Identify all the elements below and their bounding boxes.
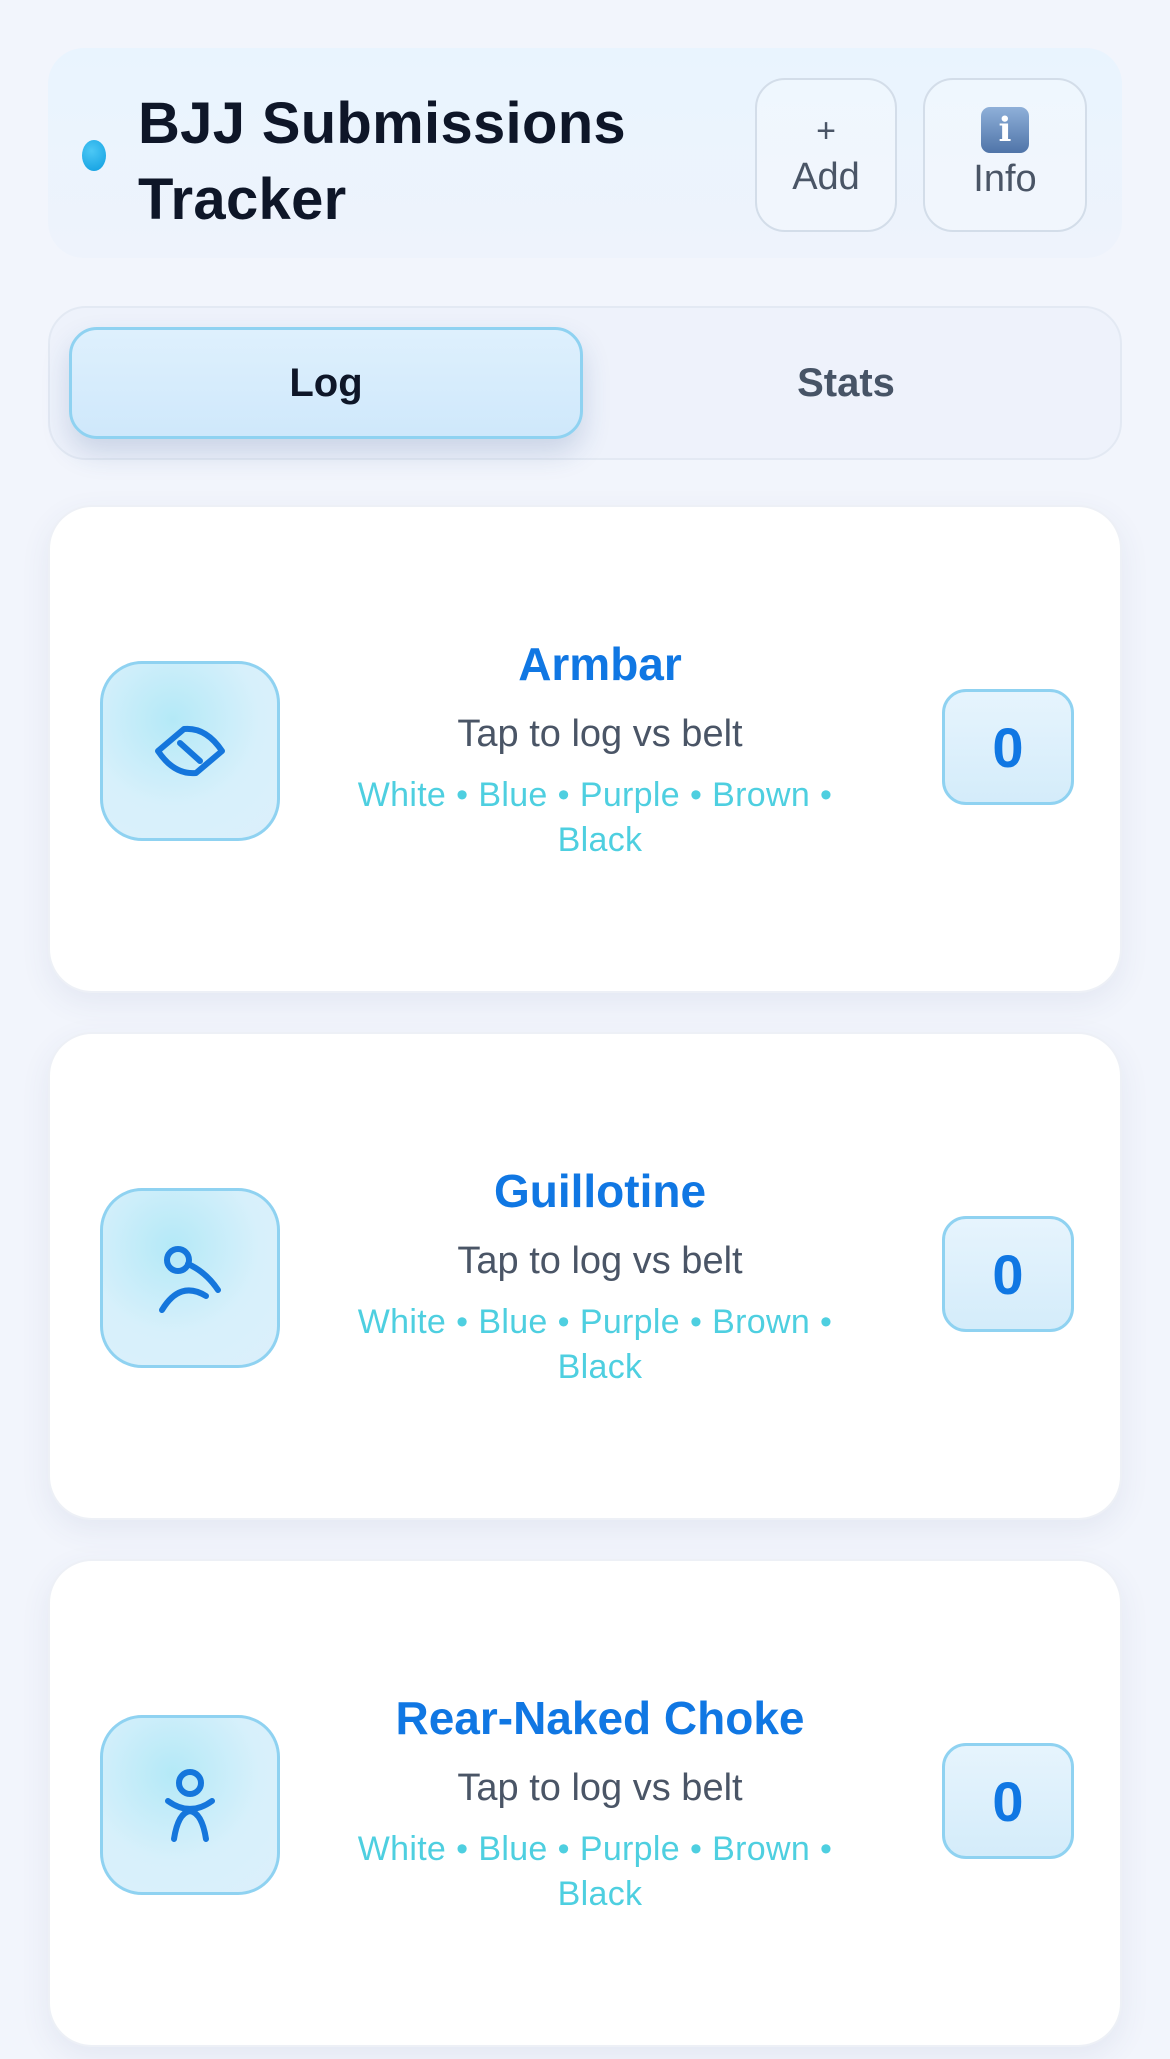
belt-black[interactable]: Black bbox=[558, 821, 643, 859]
submission-title: Armbar bbox=[518, 638, 682, 690]
belt-list: White • Blue • Purple • Brown • Black bbox=[357, 776, 833, 859]
count-badge: 0 bbox=[942, 1216, 1074, 1332]
tab-stats[interactable]: Stats bbox=[589, 327, 1103, 439]
card-body: Armbar Tap to log vs belt White • Blue • Pur… bbox=[340, 635, 860, 863]
info-button[interactable]: i Info bbox=[923, 78, 1087, 232]
belt-brown[interactable]: Brown bbox=[712, 1830, 810, 1868]
info-icon: i bbox=[981, 107, 1029, 153]
armbar-icon bbox=[100, 661, 280, 841]
belt-purple[interactable]: Purple bbox=[580, 776, 680, 814]
count-badge: 0 bbox=[942, 1743, 1074, 1859]
add-button[interactable]: + Add bbox=[755, 78, 897, 232]
belt-black[interactable]: Black bbox=[558, 1875, 643, 1913]
rear-naked-choke-icon bbox=[100, 1715, 280, 1895]
belt-brown[interactable]: Brown bbox=[712, 1303, 810, 1341]
belt-purple[interactable]: Purple bbox=[580, 1830, 680, 1868]
plus-icon: + bbox=[816, 112, 836, 150]
tab-bar: Log Stats bbox=[48, 306, 1122, 460]
card-body: Guillotine Tap to log vs belt White • Blue… bbox=[340, 1162, 860, 1390]
app-header: BJJ Submissions Tracker + Add i Info bbox=[48, 48, 1122, 258]
submission-subtitle: Tap to log vs belt bbox=[457, 1240, 743, 1282]
belt-list: White • Blue • Purple • Brown • Black bbox=[357, 1303, 833, 1386]
submission-card-armbar[interactable]: Armbar Tap to log vs belt White • Blue • Pur… bbox=[48, 505, 1122, 993]
belt-list: White • Blue • Purple • Brown • Black bbox=[357, 1830, 833, 1913]
belt-brown[interactable]: Brown bbox=[712, 776, 810, 814]
submission-subtitle: Tap to log vs belt bbox=[457, 1767, 743, 1809]
status-dot bbox=[82, 140, 106, 171]
submission-card-rear-naked-choke[interactable]: Rear-Naked Choke Tap to log vs belt Whit… bbox=[48, 1559, 1122, 2047]
tab-log[interactable]: Log bbox=[69, 327, 583, 439]
belt-white[interactable]: White bbox=[358, 776, 446, 814]
belt-blue[interactable]: Blue bbox=[478, 776, 547, 814]
belt-purple[interactable]: Purple bbox=[580, 1303, 680, 1341]
card-body: Rear-Naked Choke Tap to log vs belt Whit… bbox=[340, 1689, 860, 1917]
submission-title: Guillotine bbox=[493, 1165, 707, 1217]
submission-subtitle: Tap to log vs belt bbox=[457, 713, 743, 755]
submission-title: Rear-Naked Choke bbox=[395, 1692, 805, 1744]
info-button-label: Info bbox=[973, 158, 1037, 200]
belt-blue[interactable]: Blue bbox=[478, 1303, 547, 1341]
count-badge: 0 bbox=[942, 689, 1074, 805]
app-screen: BJJ Submissions Tracker + Add i Info Log… bbox=[0, 0, 1170, 2059]
belt-black[interactable]: Black bbox=[558, 1348, 643, 1386]
submission-card-guillotine[interactable]: Guillotine Tap to log vs belt White • Blue… bbox=[48, 1032, 1122, 1520]
belt-white[interactable]: White bbox=[358, 1303, 446, 1341]
belt-white[interactable]: White bbox=[358, 1830, 446, 1868]
guillotine-icon bbox=[100, 1188, 280, 1368]
app-title: BJJ Submissions Tracker bbox=[138, 91, 626, 232]
add-button-label: Add bbox=[792, 156, 860, 198]
belt-blue[interactable]: Blue bbox=[478, 1830, 547, 1868]
